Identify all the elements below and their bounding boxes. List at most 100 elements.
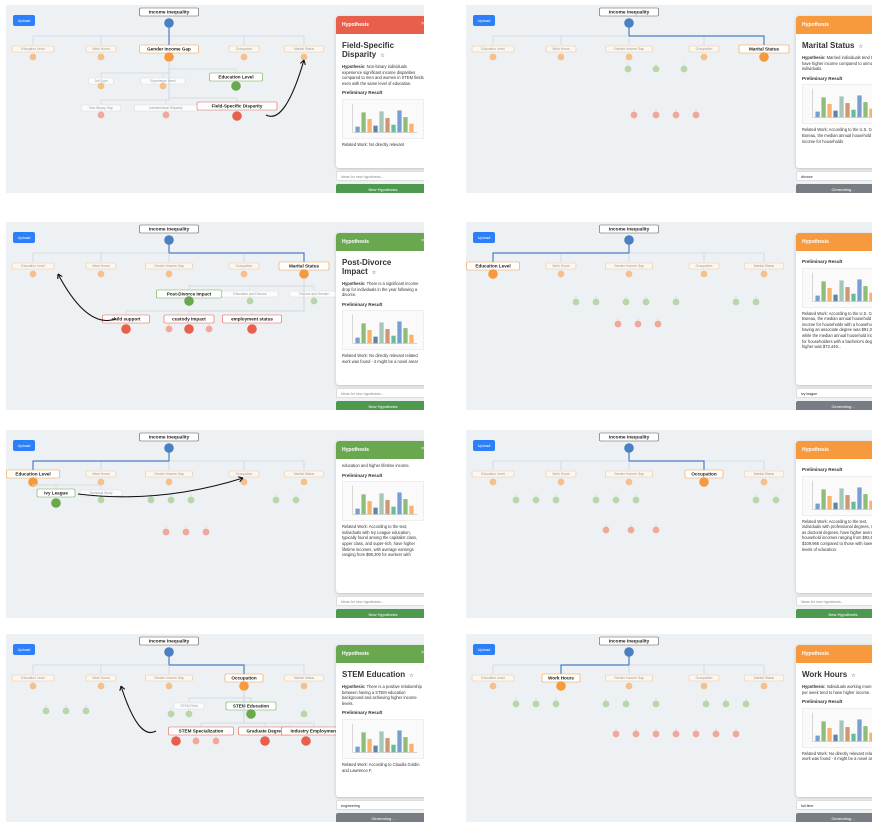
child-node-dot[interactable] [192, 737, 200, 745]
node-gender-income-gap[interactable]: Gender Income Gap [605, 262, 653, 270]
root-node-dot[interactable] [164, 647, 174, 657]
node-dot[interactable] [760, 682, 768, 690]
node-education-level[interactable]: Education Level [471, 470, 515, 478]
child-node-dot[interactable] [62, 707, 70, 715]
node-dot[interactable] [239, 681, 249, 691]
child-node-dot[interactable] [310, 297, 318, 305]
node-dot[interactable] [489, 478, 497, 486]
node-occupation[interactable]: Occupation [688, 262, 720, 270]
child-node-dot[interactable] [654, 320, 662, 328]
close-icon[interactable]: × [421, 650, 424, 656]
node-gender-income-gap[interactable]: Gender Income Gap [139, 44, 199, 54]
child-node-dot[interactable] [712, 730, 720, 738]
node-dot[interactable] [699, 477, 709, 487]
node-education-level[interactable]: Education Level [471, 45, 515, 53]
child-node-dot[interactable] [630, 111, 638, 119]
close-icon[interactable]: × [421, 446, 424, 452]
node-work-hours[interactable]: Work Hours [541, 673, 581, 683]
node-dot[interactable] [300, 682, 308, 690]
child-node-dot[interactable] [42, 707, 50, 715]
node-occupation[interactable]: Occupation [228, 470, 260, 478]
node-education-level[interactable]: Education Level [466, 261, 520, 271]
child-node-dot[interactable] [652, 730, 660, 738]
child-node-dot[interactable] [652, 526, 660, 534]
node-gender-income-gap[interactable]: Gender Income Gap [605, 470, 653, 478]
root-node-dot[interactable] [624, 18, 634, 28]
node-marital-status[interactable]: Marital Status [278, 261, 330, 271]
child-node-dot[interactable] [532, 496, 540, 504]
child-node-dot[interactable] [622, 700, 630, 708]
node-gender-income-gap[interactable]: Gender Income Gap [145, 674, 193, 682]
node-occupation[interactable]: Occupation [224, 673, 264, 683]
node-employment-status[interactable]: employment status [222, 314, 282, 324]
upload-button[interactable]: Upload [473, 440, 495, 451]
node-work-hours[interactable]: Work Hours [85, 674, 117, 682]
child-node-dot[interactable] [532, 700, 540, 708]
node-dot[interactable] [557, 478, 565, 486]
node-dot[interactable] [556, 681, 566, 691]
node-education-level[interactable]: Education Level [11, 674, 55, 682]
node-education-level[interactable]: Education Level [209, 72, 263, 82]
child-node-dot[interactable] [185, 710, 193, 718]
node-dot[interactable] [165, 478, 173, 486]
node-occupation[interactable]: Occupation [228, 45, 260, 53]
node-work-hours[interactable]: Work Hours [85, 262, 117, 270]
upload-button[interactable]: Upload [13, 440, 35, 451]
child-node-dot[interactable] [51, 498, 61, 508]
root-node-dot[interactable] [624, 443, 634, 453]
close-icon[interactable]: × [421, 238, 424, 244]
node-dot[interactable] [489, 682, 497, 690]
node-marital-status[interactable]: Marital Status [743, 262, 785, 270]
root-node[interactable]: Income Inequality [599, 432, 659, 442]
star-icon[interactable]: ☆ [380, 53, 384, 59]
child-node-dot[interactable] [260, 736, 270, 746]
node-dot[interactable] [240, 53, 248, 61]
node-dot[interactable] [760, 478, 768, 486]
star-icon[interactable]: ☆ [858, 44, 862, 50]
node-dot[interactable] [29, 53, 37, 61]
child-node-dot[interactable] [147, 496, 155, 504]
child-node-dot[interactable] [652, 111, 660, 119]
node-education-level[interactable]: Education Level [11, 262, 55, 270]
node-marital-status[interactable]: Marital Status [283, 45, 325, 53]
node-occupation[interactable]: Occupation [684, 469, 724, 479]
child-node-dot[interactable] [672, 111, 680, 119]
node-dot[interactable] [625, 682, 633, 690]
child-node-dot[interactable] [232, 111, 242, 121]
child-node-dot[interactable] [300, 710, 308, 718]
child-node-dot[interactable] [642, 298, 650, 306]
node-dot[interactable] [240, 270, 248, 278]
child-node-dot[interactable] [182, 528, 190, 536]
child-node-dot[interactable] [622, 298, 630, 306]
child-node-dot[interactable] [292, 496, 300, 504]
generating-button[interactable]: Generating... [796, 184, 872, 193]
child-node-dot[interactable] [184, 324, 194, 334]
node-dot[interactable] [165, 682, 173, 690]
child-node-dot[interactable] [171, 736, 181, 746]
child-node-dot[interactable] [772, 496, 780, 504]
node-occupation[interactable]: Occupation [688, 45, 720, 53]
node-dot[interactable] [700, 270, 708, 278]
star-icon[interactable]: ☆ [409, 673, 413, 679]
node-dot[interactable] [488, 269, 498, 279]
root-node[interactable]: Income Inequality [139, 224, 199, 234]
root-node[interactable]: Income Inequality [139, 432, 199, 442]
child-node-dot[interactable] [602, 526, 610, 534]
node-dot[interactable] [300, 53, 308, 61]
root-node-dot[interactable] [164, 443, 174, 453]
node-dot[interactable] [29, 270, 37, 278]
node-work-hours[interactable]: Work Hours [545, 45, 577, 53]
child-node-dot[interactable] [184, 296, 194, 306]
node-dot[interactable] [625, 270, 633, 278]
child-node-dot[interactable] [167, 496, 175, 504]
child-node-dot[interactable] [602, 700, 610, 708]
root-node-dot[interactable] [624, 235, 634, 245]
upload-button[interactable]: Upload [473, 15, 495, 26]
child-node-dot[interactable] [512, 700, 520, 708]
child-node-dot[interactable] [632, 730, 640, 738]
upload-button[interactable]: Upload [13, 232, 35, 243]
hypothesis-idea-input[interactable]: engineering [336, 800, 424, 810]
child-node-dot[interactable] [97, 82, 105, 90]
child-node-dot[interactable] [752, 298, 760, 306]
child-node-dot[interactable] [752, 496, 760, 504]
